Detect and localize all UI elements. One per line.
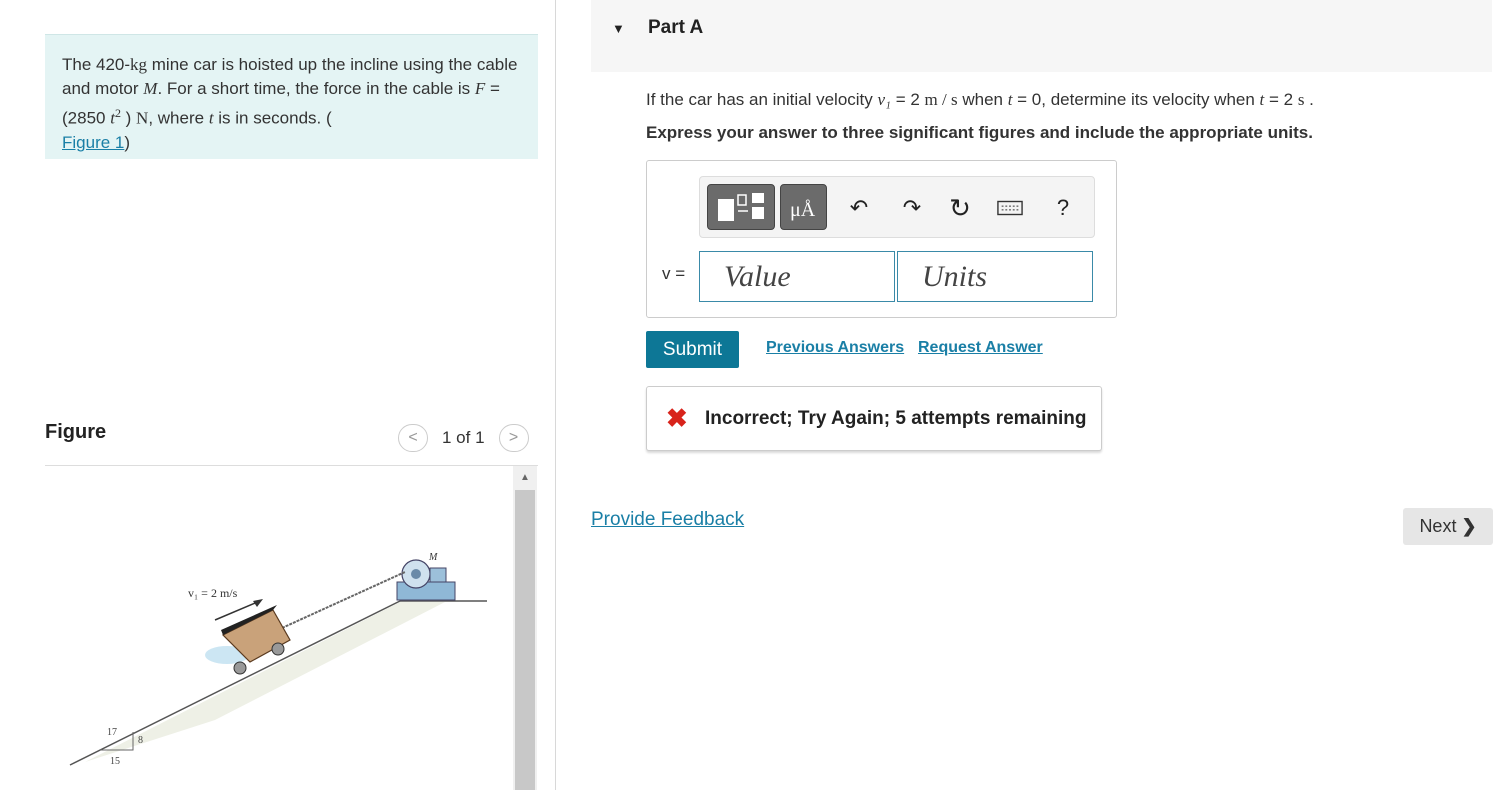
units-input[interactable]: Units (897, 251, 1093, 302)
question-part: = 0, determine its velocity when (1012, 90, 1260, 109)
value-input[interactable]: Value (699, 251, 895, 302)
next-button[interactable]: Next ❯ (1403, 508, 1493, 545)
question-part: If the car has an initial velocity (646, 90, 878, 109)
problem-text: . For a short time, the force in the cab… (157, 79, 475, 98)
mass-unit: kg (130, 55, 148, 74)
math-toolbar: μÅ ↶ ↷ ↻ ? (699, 176, 1095, 238)
problem-statement: The 420-kg mine car is hoisted up the in… (45, 34, 538, 159)
velocity-symbol: v₁ (877, 90, 891, 109)
reset-icon[interactable]: ↻ (947, 193, 973, 223)
question-part: = 2 (890, 90, 925, 109)
divider (45, 465, 538, 466)
figure-image: 17 8 15 M v₁ = 2 m/s (45, 470, 513, 790)
question-part: = 2 (1264, 90, 1298, 109)
answer-box: μÅ ↶ ↷ ↻ ? v = Value Units (646, 160, 1117, 318)
question-part: when (957, 90, 1008, 109)
panel-divider (555, 0, 556, 790)
templates-icon (718, 193, 764, 221)
request-answer-link[interactable]: Request Answer (918, 339, 1043, 357)
chevron-right-icon: ❯ (1461, 516, 1477, 536)
problem-text: The 420- (62, 55, 131, 74)
scroll-thumb[interactable] (515, 490, 535, 790)
feedback-message: ✖ Incorrect; Try Again; 5 attempts remai… (646, 386, 1102, 451)
velocity-unit: m / s (924, 90, 958, 109)
chevron-left-icon: < (408, 429, 418, 446)
velocity-label: v₁ = 2 m/s (188, 586, 238, 600)
units-button[interactable]: μÅ (780, 184, 827, 230)
submit-button[interactable]: Submit (646, 331, 739, 368)
prev-figure-button[interactable]: < (398, 424, 428, 452)
slope-label-15: 15 (110, 756, 120, 767)
next-label: Next (1419, 516, 1457, 536)
chevron-right-icon: > (508, 429, 519, 446)
question-part: . (1304, 90, 1314, 109)
next-figure-button[interactable]: > (498, 424, 529, 452)
instruction-text: Express your answer to three significant… (646, 123, 1313, 142)
force-symbol: F (474, 79, 486, 98)
part-header[interactable] (591, 0, 1492, 72)
incorrect-icon: ✖ (666, 403, 688, 433)
scroll-up-icon[interactable]: ▲ (513, 466, 537, 488)
problem-text: ) (120, 108, 137, 128)
slope-label-17: 17 (107, 727, 117, 738)
problem-text: ) (124, 132, 131, 152)
part-title[interactable]: Part A (648, 17, 703, 39)
help-icon[interactable]: ? (1050, 195, 1076, 221)
redo-icon[interactable]: ↷ (899, 195, 925, 221)
figure-count: 1 of 1 (442, 428, 485, 447)
previous-answers-link[interactable]: Previous Answers (766, 339, 904, 357)
motor-symbol: M (143, 79, 158, 98)
force-unit: N (136, 108, 149, 128)
answer-variable-label: v = (662, 264, 686, 283)
feedback-text: Incorrect; Try Again; 5 attempts remaini… (705, 408, 1087, 429)
slope-label-8: 8 (138, 735, 143, 746)
templates-button[interactable] (707, 184, 775, 230)
motor-label: M (428, 552, 438, 563)
units-icon: μÅ (790, 199, 816, 221)
caret-down-icon[interactable]: ▼ (612, 21, 625, 36)
figure-pager: < 1 of 1 > (398, 424, 529, 452)
undo-icon[interactable]: ↶ (846, 195, 872, 221)
keyboard-icon[interactable] (997, 195, 1023, 221)
question-text: If the car has an initial velocity v₁ = … (646, 88, 1314, 112)
figure-title: Figure (45, 421, 107, 443)
provide-feedback-link[interactable]: Provide Feedback (591, 509, 744, 531)
problem-text: , where (148, 108, 209, 128)
problem-text: is in seconds. ( (213, 108, 332, 128)
figure-scrollbar[interactable]: ▲ (513, 466, 537, 790)
incline-diagram: 17 8 15 M v₁ = 2 m/s (69, 552, 487, 790)
figure-link[interactable]: Figure 1 (62, 133, 124, 152)
